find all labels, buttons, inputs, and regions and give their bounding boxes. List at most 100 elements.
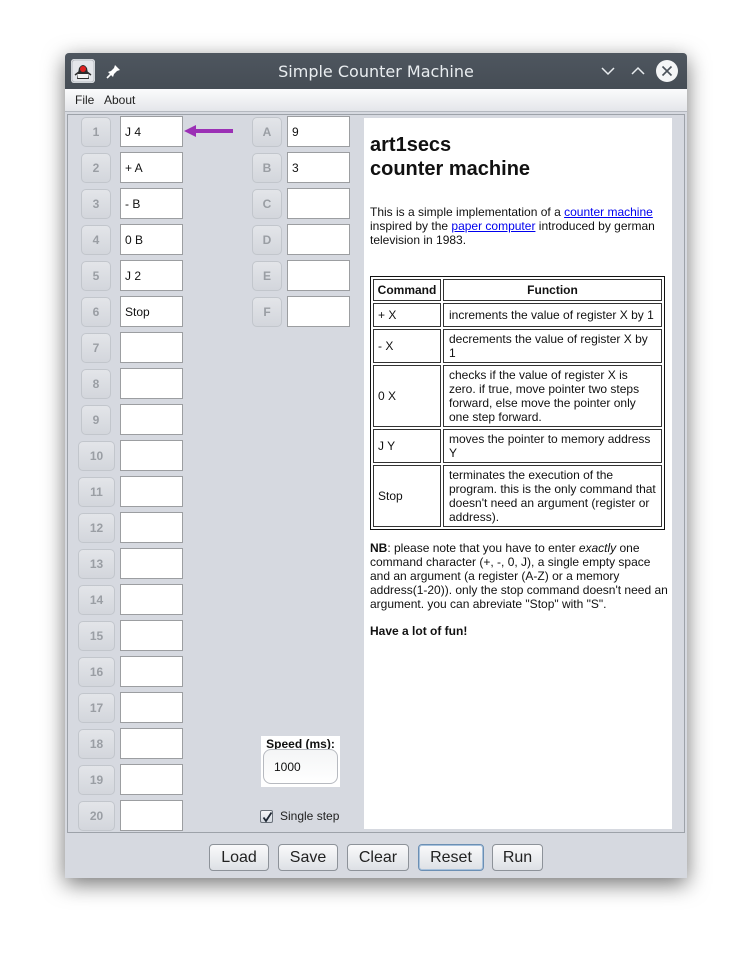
address-button-15[interactable]: 15 xyxy=(78,621,115,651)
table-row: J Y moves the pointer to memory address … xyxy=(373,429,662,463)
note-label: NB xyxy=(370,541,388,555)
table-row: 0 X checks if the value of register X is… xyxy=(373,365,662,427)
speed-control: Speed (ms): xyxy=(261,736,340,787)
register-button-e[interactable]: E xyxy=(252,261,282,291)
function-cell: moves the pointer to memory address Y xyxy=(443,429,662,463)
register-field-d[interactable] xyxy=(287,224,350,255)
menu-about[interactable]: About xyxy=(104,93,135,107)
memory-cell-1[interactable] xyxy=(120,116,183,147)
command-cell: 0 X xyxy=(373,365,441,427)
register-button-d[interactable]: D xyxy=(252,225,282,255)
memory-cell-15[interactable] xyxy=(120,620,183,651)
command-cell: J Y xyxy=(373,429,441,463)
single-step-toggle[interactable]: Single step xyxy=(260,808,339,824)
checkmark-icon xyxy=(262,811,273,823)
address-button-12[interactable]: 12 xyxy=(78,513,115,543)
register-field-e[interactable] xyxy=(287,260,350,291)
address-button-5[interactable]: 5 xyxy=(81,261,111,291)
help-title-line2: counter machine xyxy=(370,158,531,180)
menu-bar: File About xyxy=(65,89,687,112)
address-button-18[interactable]: 18 xyxy=(78,729,115,759)
window-title: Simple Counter Machine xyxy=(278,62,474,81)
register-button-c[interactable]: C xyxy=(252,189,282,219)
address-button-9[interactable]: 9 xyxy=(81,405,111,435)
register-field-b[interactable] xyxy=(287,152,350,183)
help-intro: This is a simple implementation of a cou… xyxy=(370,205,665,247)
address-button-16[interactable]: 16 xyxy=(78,657,115,687)
note-emphasis: exactly xyxy=(578,541,617,555)
help-pane: art1secs counter machine This is a simpl… xyxy=(364,118,672,829)
address-button-10[interactable]: 10 xyxy=(78,441,115,471)
help-title-line1: art1secs xyxy=(370,134,452,156)
memory-cell-2[interactable] xyxy=(120,152,183,183)
memory-cell-5[interactable] xyxy=(120,260,183,291)
memory-cell-11[interactable] xyxy=(120,476,183,507)
address-button-11[interactable]: 11 xyxy=(78,477,115,507)
address-button-8[interactable]: 8 xyxy=(81,369,111,399)
memory-cell-19[interactable] xyxy=(120,764,183,795)
memory-cell-7[interactable] xyxy=(120,332,183,363)
pointer-arrow-icon xyxy=(184,125,233,137)
address-button-6[interactable]: 6 xyxy=(81,297,111,327)
memory-cell-13[interactable] xyxy=(120,548,183,579)
chevron-down-icon[interactable] xyxy=(598,61,618,81)
memory-cell-20[interactable] xyxy=(120,800,183,831)
clear-button[interactable]: Clear xyxy=(347,844,409,871)
intro-prefix: This is a simple implementation of a xyxy=(370,205,565,219)
title-bar[interactable]: Simple Counter Machine xyxy=(65,53,687,89)
address-button-7[interactable]: 7 xyxy=(81,333,111,363)
register-field-a[interactable] xyxy=(287,116,350,147)
memory-cell-4[interactable] xyxy=(120,224,183,255)
command-cell: - X xyxy=(373,329,441,363)
save-button[interactable]: Save xyxy=(278,844,338,871)
command-table: Command Function + X increments the valu… xyxy=(370,276,665,530)
register-button-f[interactable]: F xyxy=(252,297,282,327)
speed-input[interactable] xyxy=(263,749,338,784)
memory-cell-18[interactable] xyxy=(120,728,183,759)
command-table-header: Command Function xyxy=(373,279,662,301)
address-button-19[interactable]: 19 xyxy=(78,765,115,795)
function-cell: checks if the value of register X is zer… xyxy=(443,365,662,427)
menu-file[interactable]: File xyxy=(75,93,94,107)
table-row: + X increments the value of register X b… xyxy=(373,303,662,327)
memory-cell-8[interactable] xyxy=(120,368,183,399)
single-step-checkbox[interactable] xyxy=(260,809,273,823)
function-cell: terminates the execution of the program.… xyxy=(443,465,662,527)
memory-cell-14[interactable] xyxy=(120,584,183,615)
register-field-c[interactable] xyxy=(287,188,350,219)
memory-cell-12[interactable] xyxy=(120,512,183,543)
intro-middle: inspired by the xyxy=(370,219,452,233)
register-button-a[interactable]: A xyxy=(252,117,282,147)
memory-cell-6[interactable] xyxy=(120,296,183,327)
memory-cell-17[interactable] xyxy=(120,692,183,723)
address-button-3[interactable]: 3 xyxy=(81,189,111,219)
header-function: Function xyxy=(443,279,662,301)
table-row: - X decrements the value of register X b… xyxy=(373,329,662,363)
memory-cell-9[interactable] xyxy=(120,404,183,435)
memory-cell-16[interactable] xyxy=(120,656,183,687)
chevron-up-icon[interactable] xyxy=(628,61,648,81)
paper-computer-link[interactable]: paper computer xyxy=(451,219,535,233)
address-button-14[interactable]: 14 xyxy=(78,585,115,615)
memory-cell-10[interactable] xyxy=(120,440,183,471)
command-cell: + X xyxy=(373,303,441,327)
address-button-2[interactable]: 2 xyxy=(81,153,111,183)
run-button[interactable]: Run xyxy=(492,844,543,871)
address-button-17[interactable]: 17 xyxy=(78,693,115,723)
single-step-label: Single step xyxy=(280,809,340,823)
register-button-b[interactable]: B xyxy=(252,153,282,183)
counter-machine-link[interactable]: counter machine xyxy=(564,205,653,219)
load-button[interactable]: Load xyxy=(209,844,269,871)
reset-button[interactable]: Reset xyxy=(418,844,484,871)
address-button-13[interactable]: 13 xyxy=(78,549,115,579)
address-button-4[interactable]: 4 xyxy=(81,225,111,255)
header-command: Command xyxy=(373,279,441,301)
help-note: NB: please note that you have to enter e… xyxy=(370,541,668,611)
address-button-20[interactable]: 20 xyxy=(78,801,115,831)
address-button-1[interactable]: 1 xyxy=(81,117,111,147)
table-row: Stop terminates the execution of the pro… xyxy=(373,465,662,527)
function-cell: increments the value of register X by 1 xyxy=(443,303,662,327)
close-icon[interactable] xyxy=(656,60,678,82)
register-field-f[interactable] xyxy=(287,296,350,327)
memory-cell-3[interactable] xyxy=(120,188,183,219)
